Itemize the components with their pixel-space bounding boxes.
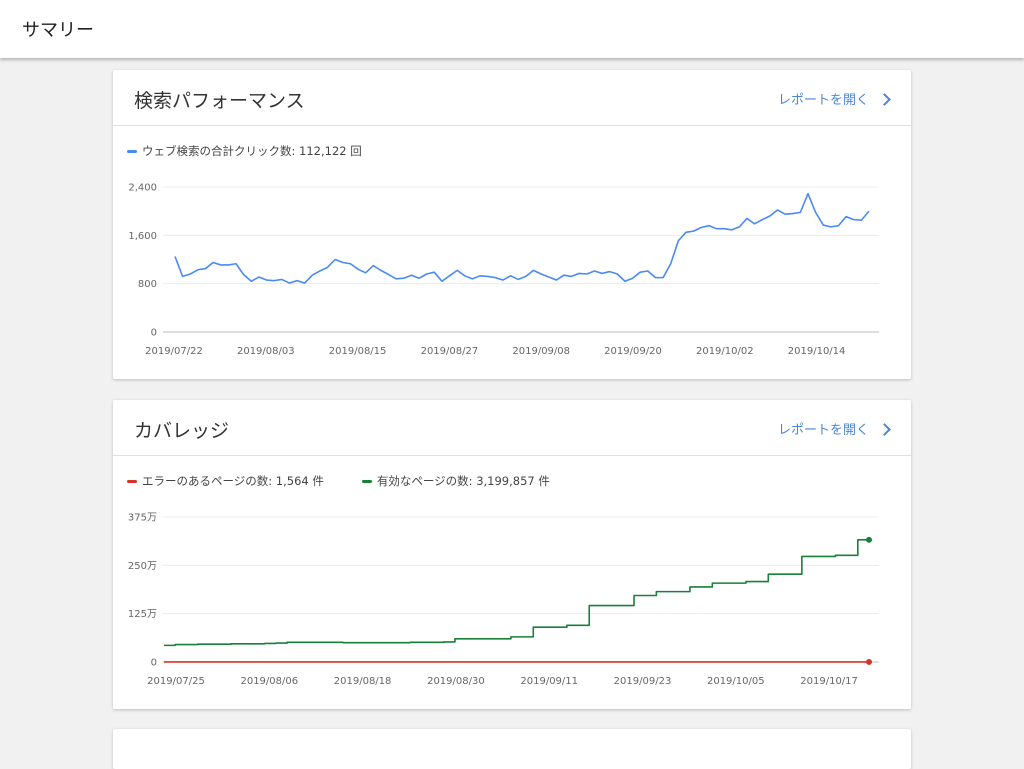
- legend-swatch: [361, 479, 372, 483]
- chevron-right-icon: [878, 422, 891, 436]
- open-report-link-performance[interactable]: レポートを開く: [777, 89, 891, 108]
- x-tick-label: 2019/10/02: [696, 346, 754, 357]
- card-title-coverage: カバレッジ: [134, 420, 230, 442]
- y-tick-label: 1,600: [128, 231, 157, 242]
- y-tick-label: 0: [151, 658, 157, 669]
- series-line: [174, 192, 870, 284]
- chart-legend: エラーのあるページの数: 1,564 件 有効なページの数: 3,199,857…: [127, 473, 588, 489]
- x-tick-label: 2019/09/20: [604, 346, 662, 357]
- series-end-point: [866, 658, 872, 665]
- x-tick-label: 2019/07/22: [145, 346, 203, 357]
- x-tick-label: 2019/09/11: [520, 676, 578, 687]
- x-tick-label: 2019/09/08: [512, 346, 570, 357]
- x-tick-label: 2019/08/30: [427, 676, 485, 687]
- x-tick-label: 2019/08/18: [334, 676, 392, 687]
- card-title-performance: 検索パフォーマンス: [134, 90, 305, 112]
- next-card: [113, 729, 911, 769]
- y-tick-label: 375万: [128, 513, 157, 524]
- open-report-label: レポートを開く: [777, 93, 869, 108]
- x-tick-label: 2019/08/06: [240, 676, 298, 687]
- coverage-line-chart: 0 125万 250万 375万 2019/07/25 2019/08/06 2019/08…: [128, 513, 879, 687]
- page-title: サマリー: [22, 20, 94, 41]
- card-header: カバレッジ レポートを開く: [113, 400, 911, 456]
- card-header: 検索パフォーマンス レポートを開く: [113, 70, 911, 126]
- legend-label: 有効なページの数: 3,199,857 件: [376, 474, 550, 488]
- clicks-line-chart: 0 800 1,600 2,400 2019/07/22 2019/08/03 2019/0…: [128, 183, 879, 357]
- chart-legend: ウェブ検索の合計クリック数: 112,122 回: [127, 143, 400, 159]
- y-tick-label: 800: [138, 279, 157, 290]
- open-report-link-coverage[interactable]: レポートを開く: [777, 419, 891, 438]
- x-tick-label: 2019/09/23: [614, 676, 672, 687]
- legend-swatch: [127, 149, 137, 153]
- x-tick-label: 2019/08/27: [421, 346, 479, 357]
- x-tick-label: 2019/10/17: [800, 676, 858, 687]
- top-app-bar: サマリー: [0, 0, 1024, 58]
- series-end-point: [866, 536, 872, 543]
- legend-item-clicks[interactable]: ウェブ検索の合計クリック数: 112,122 回: [127, 143, 362, 159]
- x-tick-label: 2019/08/15: [329, 346, 387, 357]
- legend-swatch: [127, 479, 137, 483]
- series-line: [164, 539, 869, 647]
- y-tick-label: 125万: [128, 609, 157, 620]
- search-performance-card: 検索パフォーマンス レポートを開く ウェブ検索の合計クリック数: 112,122…: [113, 70, 911, 379]
- y-tick-label: 0: [151, 328, 157, 339]
- legend-item-valid[interactable]: 有効なページの数: 3,199,857 件: [361, 473, 550, 489]
- chevron-right-icon: [878, 92, 891, 106]
- y-tick-label: 2,400: [128, 183, 157, 194]
- open-report-label: レポートを開く: [777, 423, 869, 438]
- x-tick-label: 2019/08/03: [237, 346, 295, 357]
- legend-label: エラーのあるページの数: 1,564 件: [142, 474, 324, 488]
- coverage-card: カバレッジ レポートを開く エラーのあるページの数: 1,564 件 有効なペー…: [113, 400, 911, 709]
- x-tick-label: 2019/07/25: [147, 676, 205, 687]
- legend-label: ウェブ検索の合計クリック数: 112,122 回: [142, 144, 362, 158]
- legend-item-errors[interactable]: エラーのあるページの数: 1,564 件: [127, 473, 324, 489]
- x-tick-label: 2019/10/14: [788, 346, 846, 357]
- x-tick-label: 2019/10/05: [707, 676, 765, 687]
- y-tick-label: 250万: [128, 561, 157, 572]
